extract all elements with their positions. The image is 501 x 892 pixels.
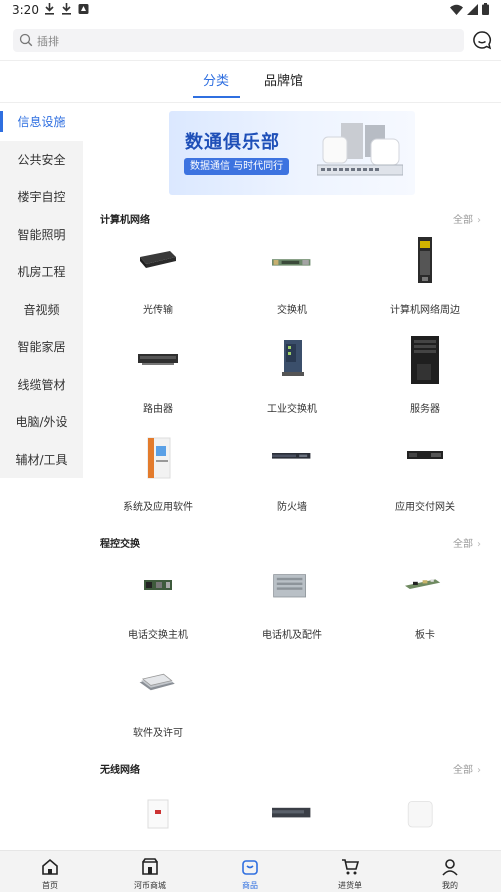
header-divider [0,60,501,61]
tab-active-indicator [193,96,240,98]
category-label: 板卡 [415,630,435,641]
section-title-pbx: 程控交换 [100,539,140,550]
sidebar-item-data-center[interactable]: 机房工程 [0,253,83,291]
nav-cart[interactable]: 进货单 [300,851,400,892]
download-icon [45,3,54,15]
category-sidebar: 信息设施 公共安全 楼宇自控 智能照明 机房工程 音视频 智能家居 线缆管材 电… [0,103,83,478]
battery-icon [482,3,489,15]
nav-label: 我的 [442,881,458,890]
category-label: 电话交换主机 [128,630,188,641]
category-label: 工业交换机 [267,404,317,415]
products-icon [242,860,258,875]
all-label: 全部 [453,539,473,550]
profile-icon [442,859,458,876]
tab-brands[interactable]: 品牌馆 [264,70,303,89]
bottom-navigation: 首页 河币商城 商品 进货单 我的 [0,850,501,892]
category-label: 服务器 [410,404,440,415]
section-all-link[interactable]: 全部 › [453,535,481,550]
gateway-icon [407,451,443,459]
nav-label: 商品 [242,881,258,890]
nav-label: 河币商城 [134,881,166,890]
section-all-link[interactable]: 全部 › [453,761,481,776]
sidebar-item-audio-video[interactable]: 音视频 [0,290,83,328]
switch-board-icon [272,259,311,266]
category-label: 计算机网络周边 [390,305,460,316]
nav-products[interactable]: 商品 [200,851,300,892]
category-label: 光传输 [143,305,173,316]
status-right-icons [450,3,489,15]
license-cards-icon [139,673,175,691]
store-icon [142,858,158,875]
wall-ap-icon [147,799,169,829]
wifi-icon [450,4,463,15]
nav-label: 进货单 [338,881,362,890]
sidebar-item-smart-home[interactable]: 智能家居 [0,328,83,366]
sidebar-item-public-security[interactable]: 公共安全 [0,140,83,178]
banner-subtitle: 数据通信 与时代同行 [184,158,290,175]
software-box-icon [147,437,171,479]
network-devices-image [317,123,403,176]
status-time: 3:20 [12,3,39,17]
category-label: 电话机及配件 [262,630,322,641]
wireless-controller-icon [272,807,311,818]
all-label: 全部 [453,215,473,226]
category-label: 交换机 [277,305,307,316]
power-module-icon [418,237,432,283]
sidebar-item-smart-lighting[interactable]: 智能照明 [0,215,83,253]
firewall-icon [272,453,311,459]
section-all-link[interactable]: 全部 › [453,211,481,226]
server-tower-icon [411,336,439,384]
search-placeholder: 插排 [37,35,59,48]
ceiling-ap-icon [407,801,433,828]
category-label: 系统及应用软件 [123,502,193,513]
all-label: 全部 [453,765,473,776]
sidebar-item-info-facilities[interactable]: 信息设施 [0,103,83,141]
sidebar-item-building-automation[interactable]: 楼宇自控 [0,178,83,216]
sidebar-item-accessories[interactable]: 辅材/工具 [0,440,83,478]
chevron-right-icon: › [477,539,481,550]
router-icon [138,354,178,365]
app-root: 3:20 插排 分类 品牌馆 信息设施 公共安全 楼宇自控 智能照明 机房工程 [0,0,501,892]
section-title-computer-network: 计算机网络 [100,215,150,226]
nav-profile[interactable]: 我的 [400,851,500,892]
category-label: 应用交付网关 [395,502,455,513]
nav-store[interactable]: 河币商城 [100,851,200,892]
tab-categories[interactable]: 分类 [203,70,229,89]
category-label: 软件及许可 [133,728,183,739]
category-label: 防火墙 [277,502,307,513]
category-tabs: 分类 品牌馆 [0,70,501,100]
industrial-switch-icon [282,340,304,376]
sidebar-item-cables[interactable]: 线缆管材 [0,365,83,403]
sidebar-item-computers[interactable]: 电脑/外设 [0,403,83,441]
cart-icon [342,859,359,875]
nav-home[interactable]: 首页 [0,851,100,892]
home-icon [42,858,58,875]
status-left-icons [44,3,89,15]
chat-icon[interactable] [472,30,492,50]
download-icon [62,3,71,15]
promo-banner[interactable]: 数通俱乐部 数据通信 与时代同行 [169,111,415,195]
pbx-board-icon [144,580,172,590]
nav-label: 首页 [42,881,58,890]
section-title-wireless: 无线网络 [100,765,140,776]
status-bar: 3:20 [0,0,501,20]
signal-icon [467,3,478,15]
search-bar[interactable]: 插排 [13,29,464,52]
banner-title: 数通俱乐部 [185,132,280,153]
category-label: 路由器 [143,404,173,415]
chevron-right-icon: › [477,215,481,226]
search-icon [19,33,33,47]
pbx-chassis-icon [273,574,306,598]
chevron-right-icon: › [477,765,481,776]
app-notification-icon [78,4,89,14]
circuit-card-icon [405,579,441,589]
optical-transmitter-icon [140,251,176,268]
